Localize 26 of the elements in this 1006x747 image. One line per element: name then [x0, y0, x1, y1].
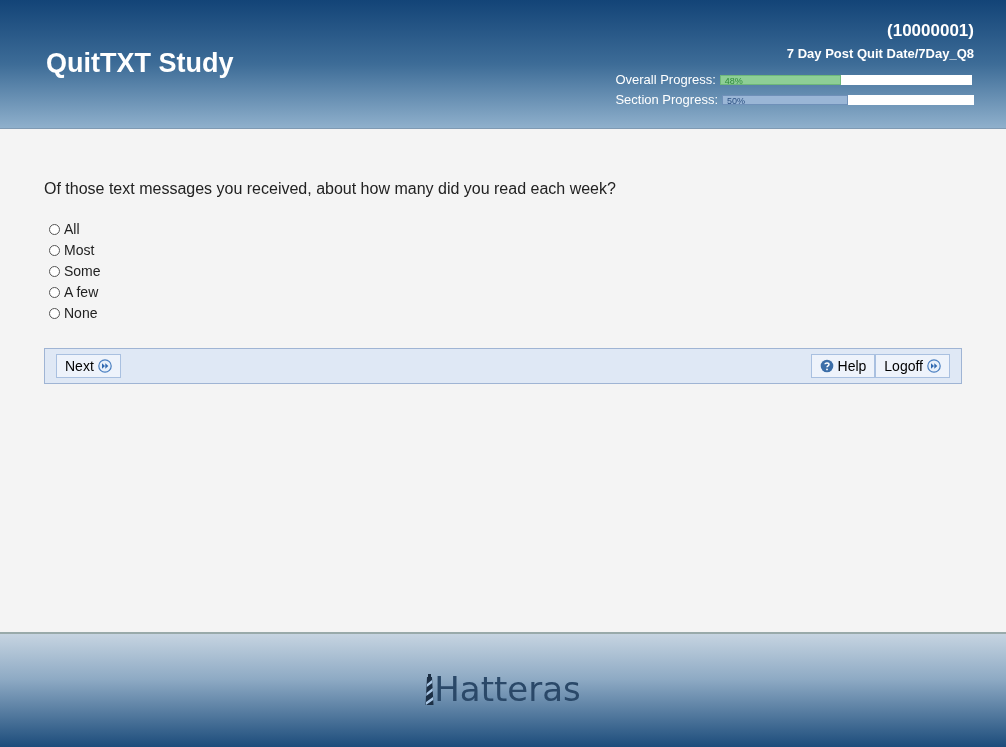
radio-button[interactable]: [49, 286, 60, 298]
footer-logo: Hatteras: [434, 671, 581, 706]
forward-icon: [97, 359, 112, 373]
forward-icon: [927, 359, 941, 373]
radio-button[interactable]: [49, 265, 60, 277]
section-title: 7 Day Post Quit Date/7Day_Q8: [786, 45, 974, 63]
radio-button[interactable]: [49, 307, 60, 319]
study-title: QuitTXT Study: [46, 47, 234, 80]
option-label: All: [64, 219, 80, 239]
option-label: Some: [64, 261, 101, 281]
progress-reading: 48%: [724, 75, 743, 86]
progress-reading: 50%: [727, 95, 745, 106]
help-icon: [819, 359, 834, 373]
option-label: A few: [64, 282, 99, 302]
radio-button[interactable]: [49, 244, 60, 256]
radio-button[interactable]: [49, 223, 60, 235]
participant-id: (10000001): [887, 20, 974, 42]
question-text: Of those text messages you received, about how many did you read each week?: [44, 179, 617, 199]
help-button[interactable]: Help: [810, 354, 876, 378]
progress-label: Section Progress:: [615, 92, 718, 107]
nav-button[interactable]: Logoff: [875, 354, 950, 378]
option-label: None: [64, 303, 98, 323]
lighthouse-icon: [425, 673, 435, 706]
nav-button[interactable]: Next: [56, 354, 121, 378]
option-label: Most: [64, 240, 95, 260]
progress-label: Overall Progress:: [615, 72, 716, 87]
